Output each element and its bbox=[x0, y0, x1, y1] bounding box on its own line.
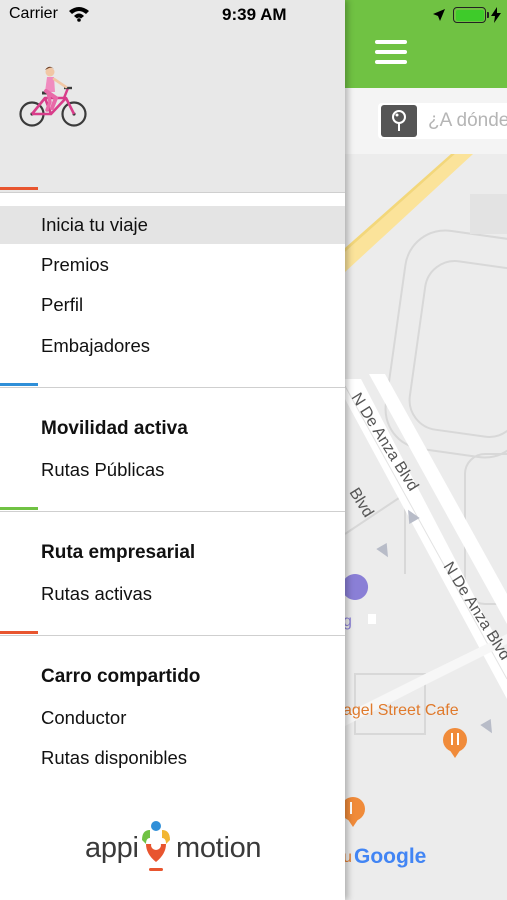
map-panel[interactable]: N De Anza Blvd N De Anza Blvd Blvd g age… bbox=[345, 0, 507, 900]
menu-item-perfil[interactable]: Perfil bbox=[0, 286, 345, 324]
logo-text-right: motion bbox=[176, 832, 262, 864]
menu-item-label: Conductor bbox=[41, 707, 127, 728]
menu-item-label: Inicia tu viaje bbox=[41, 214, 148, 235]
menu-item-label: Embajadores bbox=[41, 335, 151, 356]
status-bar: Carrier 9:39 AM bbox=[0, 0, 507, 30]
battery-tip bbox=[487, 12, 489, 18]
cyclist-icon bbox=[19, 66, 87, 127]
charging-bolt-icon bbox=[491, 7, 501, 23]
hamburger-menu-icon[interactable] bbox=[375, 40, 407, 64]
location-arrow-icon bbox=[433, 9, 445, 21]
navigation-drawer: Inicia tu viaje Premios Perfil Embajador… bbox=[0, 0, 345, 900]
menu-item-embajadores[interactable]: Embajadores bbox=[0, 327, 345, 365]
section-accent bbox=[0, 507, 38, 510]
section-title-ruta-empresarial: Ruta empresarial bbox=[41, 542, 196, 563]
poi-label: u bbox=[345, 849, 352, 866]
menu-item-rutas-activas[interactable]: Rutas activas bbox=[0, 575, 345, 613]
section-divider bbox=[0, 387, 345, 388]
location-pin-icon[interactable] bbox=[381, 105, 417, 137]
section-accent bbox=[0, 631, 38, 634]
battery-level bbox=[455, 9, 484, 21]
section-accent bbox=[0, 383, 38, 386]
menu-item-label: Rutas disponibles bbox=[41, 747, 188, 768]
section-divider bbox=[0, 635, 345, 636]
logo-pin-icon bbox=[142, 821, 170, 871]
menu-item-conductor[interactable]: Conductor bbox=[0, 699, 345, 737]
menu-item-label: Rutas activas bbox=[41, 583, 153, 604]
menu-item-label: Premios bbox=[41, 254, 109, 275]
menu-item-label: Rutas Públicas bbox=[41, 459, 165, 480]
carrier-label: Carrier bbox=[9, 5, 58, 22]
menu-item-label: Perfil bbox=[41, 294, 84, 315]
menu-item-inicia-tu-viaje[interactable]: Inicia tu viaje bbox=[0, 206, 345, 244]
section-title-carro-compartido: Carro compartido bbox=[41, 666, 201, 687]
poi-label: g bbox=[345, 613, 352, 630]
section-divider bbox=[0, 192, 345, 193]
battery-icon bbox=[453, 7, 486, 23]
menu-item-rutas-publicas[interactable]: Rutas Públicas bbox=[0, 451, 345, 489]
search-bar bbox=[345, 88, 507, 154]
destination-search-input[interactable] bbox=[428, 107, 507, 135]
search-box[interactable] bbox=[378, 103, 507, 139]
section-title-movilidad-activa: Movilidad activa bbox=[41, 418, 188, 439]
menu-item-rutas-disponibles[interactable]: Rutas disponibles bbox=[0, 739, 345, 777]
section-divider bbox=[0, 511, 345, 512]
menu-item-premios[interactable]: Premios bbox=[0, 246, 345, 284]
appimotion-logo: appi motion bbox=[80, 818, 270, 880]
poi-label: agel Street Cafe bbox=[345, 702, 459, 719]
google-attribution: Google bbox=[354, 845, 426, 868]
map-view[interactable]: N De Anza Blvd N De Anza Blvd Blvd g age… bbox=[345, 154, 507, 900]
logo-text-left: appi bbox=[85, 832, 139, 864]
clock: 9:39 AM bbox=[222, 5, 287, 24]
wifi-icon bbox=[69, 7, 89, 22]
section-accent bbox=[0, 187, 38, 190]
map-canvas: N De Anza Blvd N De Anza Blvd Blvd g age… bbox=[345, 154, 507, 900]
